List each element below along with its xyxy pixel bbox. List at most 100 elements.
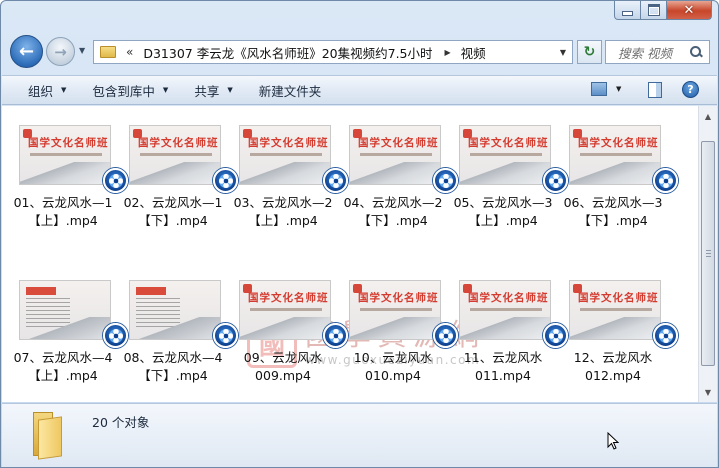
search-input[interactable]: 搜索 视频 — [618, 43, 689, 62]
preview-pane-icon — [648, 82, 662, 98]
file-name: 04、云龙风水—2 【下】.mp4 — [337, 194, 449, 230]
help-button[interactable]: ? — [682, 81, 699, 98]
file-item[interactable]: 07、云龙风水—4 【上】.mp4 — [7, 266, 128, 396]
new-folder-button[interactable]: 新建文件夹 — [259, 81, 322, 100]
file-name-line: 【下】.mp4 — [358, 213, 428, 228]
file-name-line: 【上】.mp4 — [28, 213, 98, 228]
file-name-line: 03、云龙风水—2 — [233, 195, 333, 210]
file-item[interactable]: 国学文化名师班 04、云龙风水—2 【下】.mp4 — [337, 111, 458, 241]
mouse-pointer-icon — [607, 432, 619, 450]
file-name: 10、云龙风水 010.mp4 — [337, 349, 449, 385]
include-in-library-label: 包含到库中 — [92, 83, 155, 99]
file-name-line: 11、云龙风水 — [463, 350, 543, 365]
search-box[interactable]: 搜索 视频 — [605, 40, 710, 64]
video-thumbnail: 国学文化名师班 — [239, 125, 331, 185]
file-name-line: 【上】.mp4 — [468, 213, 538, 228]
address-bar[interactable]: « D31307 李云龙《风水名师班》20集视频约7.5小时 ▶ 视频 ▼ — [93, 40, 573, 64]
file-item[interactable]: 国学文化名师班 01、云龙风水—1 【上】.mp4 — [7, 111, 128, 241]
file-item[interactable]: 国学文化名师班 09、云龙风水 009.mp4 — [227, 266, 348, 396]
thumbnail-title: 国学文化名师班 — [578, 292, 659, 304]
video-thumbnail: 国学文化名师班 — [349, 280, 441, 340]
refresh-icon: ↻ — [583, 44, 596, 60]
file-name: 03、云龙风水—2 【上】.mp4 — [227, 194, 339, 230]
help-icon: ? — [682, 81, 699, 98]
preview-pane-button[interactable] — [648, 82, 662, 98]
breadcrumb-separator-icon[interactable]: ▶ — [445, 48, 451, 57]
file-name: 01、云龙风水—1 【上】.mp4 — [7, 194, 119, 230]
media-player-icon — [653, 168, 678, 193]
file-name-line: 【下】.mp4 — [138, 213, 208, 228]
file-name: 02、云龙风水—1 【下】.mp4 — [117, 194, 229, 230]
file-name-line: 02、云龙风水—1 — [123, 195, 223, 210]
file-item[interactable]: 08、云龙风水—4 【下】.mp4 — [117, 266, 238, 396]
breadcrumb-parent-folder[interactable]: D31307 李云龙《风水名师班》20集视频约7.5小时 — [143, 43, 432, 62]
search-icon[interactable] — [689, 45, 703, 59]
folder-icon — [30, 410, 64, 460]
chevron-down-icon: ▼ — [162, 86, 169, 94]
maximize-button[interactable] — [641, 1, 667, 20]
breadcrumb-overflow[interactable]: « — [126, 45, 133, 59]
details-pane: 20 个对象 — [2, 403, 717, 467]
scroll-down-icon[interactable]: ▼ — [700, 384, 716, 400]
organize-label: 组织 — [28, 83, 54, 99]
file-name-line: 05、云龙风水—3 — [453, 195, 553, 210]
breadcrumb-current-folder[interactable]: 视频 — [461, 43, 486, 62]
file-name-line: 【上】.mp4 — [28, 368, 98, 383]
file-list[interactable]: 國 國學資源網 www.guoxueziyuan.com 国学文化名师班01、云… — [2, 106, 698, 402]
file-item[interactable]: 国学文化名师班 03、云龙风水—2 【上】.mp4 — [227, 111, 348, 241]
video-thumbnail: 国学文化名师班 — [239, 280, 331, 340]
address-dropdown-icon[interactable]: ▼ — [560, 48, 566, 57]
file-item[interactable]: 国学文化名师班 02、云龙风水—1 【下】.mp4 — [117, 111, 238, 241]
file-name: 05、云龙风水—3 【上】.mp4 — [447, 194, 559, 230]
file-item[interactable]: 国学文化名师班 10、云龙风水 010.mp4 — [337, 266, 458, 396]
file-item[interactable]: 国学文化名师班 11、云龙风水 011.mp4 — [447, 266, 568, 396]
share-label: 共享 — [194, 83, 220, 99]
video-thumbnail: 国学文化名师班 — [569, 280, 661, 340]
file-name-line: 01、云龙风水—1 — [13, 195, 113, 210]
file-name-line: 12、云龙风水 — [573, 350, 653, 365]
file-item[interactable]: 国学文化名师班 12、云龙风水 012.mp4 — [557, 266, 678, 396]
media-player-icon — [653, 323, 678, 348]
file-name-line: 009.mp4 — [255, 368, 311, 383]
folder-icon — [100, 46, 116, 58]
share-menu[interactable]: 共享 ▼ — [194, 81, 232, 100]
back-button[interactable]: ← — [10, 35, 43, 68]
file-name: 06、云龙风水—3 【下】.mp4 — [557, 194, 669, 230]
file-item[interactable]: 国学文化名师班 06、云龙风水—3 【下】.mp4 — [557, 111, 678, 241]
file-name: 09、云龙风水 009.mp4 — [227, 349, 339, 385]
file-name-line: 【下】.mp4 — [578, 213, 648, 228]
refresh-button[interactable]: ↻ — [577, 40, 602, 64]
back-arrow-icon: ← — [18, 41, 35, 62]
view-dropdown-icon[interactable]: ▼ — [616, 85, 621, 93]
file-name: 11、云龙风水 011.mp4 — [447, 349, 559, 385]
video-thumbnail: 国学文化名师班 — [459, 125, 551, 185]
file-name-line: 010.mp4 — [365, 368, 421, 383]
thumbnail-title: 国学文化名师班 — [578, 137, 659, 149]
scroll-up-icon[interactable]: ▲ — [700, 108, 716, 124]
close-button[interactable]: ✕ — [667, 1, 712, 20]
item-count: 20 个对象 — [92, 415, 150, 430]
forward-arrow-icon: → — [54, 42, 67, 61]
view-icon — [591, 82, 607, 96]
explorer-window: ✕ ← → ▼ « D31307 李云龙《风水名师班》20集视频约7.5小时 ▶… — [0, 0, 719, 468]
organize-menu[interactable]: 组织 ▼ — [28, 81, 66, 100]
thumbnail-title: 国学文化名师班 — [468, 292, 549, 304]
file-name-line: 【下】.mp4 — [138, 368, 208, 383]
chevron-down-icon: ▼ — [61, 86, 67, 94]
minimize-button[interactable] — [614, 1, 641, 20]
file-name: 08、云龙风水—4 【下】.mp4 — [117, 349, 229, 385]
change-view-button[interactable] — [591, 82, 607, 96]
file-name: 12、云龙风水 012.mp4 — [557, 349, 669, 385]
file-item[interactable]: 国学文化名师班 05、云龙风水—3 【上】.mp4 — [447, 111, 568, 241]
thumbnail-title: 国学文化名师班 — [468, 137, 549, 149]
chevron-down-icon: ▼ — [227, 86, 233, 94]
scroll-thumb[interactable] — [701, 141, 715, 366]
forward-button[interactable]: → — [46, 37, 75, 66]
recent-pages-dropdown[interactable]: ▼ — [79, 46, 85, 55]
file-name-line: 09、云龙风水 — [243, 350, 323, 365]
file-name-line: 【上】.mp4 — [248, 213, 318, 228]
file-name-line: 012.mp4 — [585, 368, 641, 383]
vertical-scrollbar[interactable]: ▲ ▼ — [698, 106, 717, 402]
thumbnail-title: 国学文化名师班 — [248, 292, 329, 304]
include-in-library-menu[interactable]: 包含到库中 ▼ — [92, 81, 168, 100]
